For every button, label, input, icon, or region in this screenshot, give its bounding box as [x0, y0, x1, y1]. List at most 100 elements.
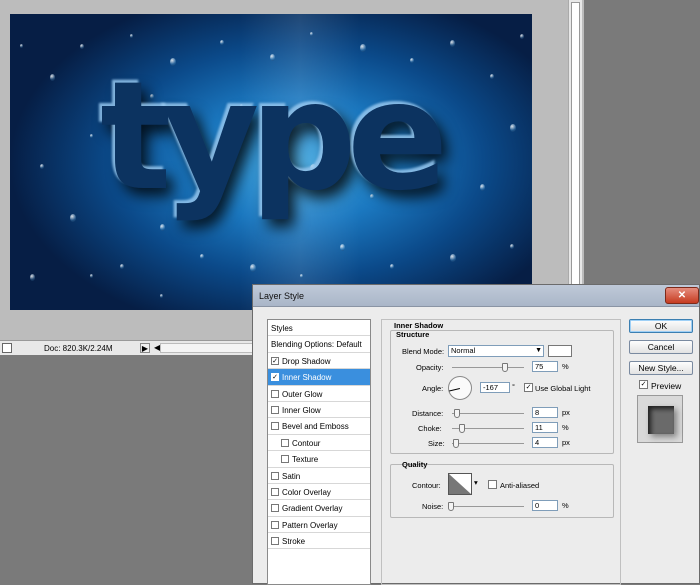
style-item-contour[interactable]: Contour [268, 435, 370, 452]
noise-field[interactable]: 0 [532, 500, 558, 511]
choke-field[interactable]: 11 [532, 422, 558, 433]
size-slider[interactable] [452, 439, 524, 448]
water-drop [90, 134, 93, 138]
size-unit: px [562, 438, 570, 447]
inner-glow-checkbox[interactable] [271, 405, 279, 414]
distance-label: Distance: [412, 409, 444, 418]
blend-mode-select[interactable]: Normal ▼ [448, 345, 544, 357]
gradient-overlay-checkbox[interactable] [271, 504, 279, 513]
image-canvas[interactable]: type [10, 14, 532, 310]
chevron-down-icon: ▼ [535, 347, 542, 354]
water-drop [40, 164, 44, 170]
contour-picker[interactable] [448, 473, 472, 495]
opacity-label: Opacity: [416, 363, 444, 372]
angle-label: Angle: [422, 384, 444, 393]
style-item-inner-glow[interactable]: Inner Glow [268, 402, 370, 419]
styles-header[interactable]: Styles [268, 320, 370, 337]
opacity-field[interactable]: 75 [532, 361, 558, 372]
choke-unit: % [562, 423, 569, 432]
vertical-scrollbar[interactable] [568, 0, 582, 300]
status-menu-arrow-icon[interactable]: ▶ [140, 343, 150, 353]
style-item-bevel-and-emboss[interactable]: Bevel and Emboss [268, 418, 370, 435]
water-drop [30, 274, 35, 281]
style-item-inner-shadow[interactable]: ✓ Inner Shadow [268, 369, 370, 386]
choke-slider[interactable] [452, 424, 524, 433]
water-drop [490, 74, 494, 80]
water-drop [310, 32, 313, 36]
style-item-outer-glow[interactable]: Outer Glow [268, 386, 370, 402]
contour-label: Contour [292, 438, 321, 448]
angle-dial[interactable] [448, 376, 472, 400]
satin-checkbox[interactable] [271, 471, 279, 480]
style-item-drop-shadow[interactable]: ✓ Drop Shadow [268, 353, 370, 370]
shadow-color-swatch[interactable] [548, 345, 572, 357]
water-drop [480, 184, 485, 191]
inner-shadow-panel: Inner Shadow Structure Blend Mode: Norma… [381, 319, 621, 585]
inner-shadow-label: Inner Shadow [282, 373, 332, 383]
satin-label: Satin [282, 471, 301, 481]
opacity-unit: % [562, 362, 569, 371]
use-global-light-checkbox[interactable]: ✓ [524, 383, 533, 392]
blending-options[interactable]: Blending Options: Default [268, 336, 370, 353]
noise-unit: % [562, 501, 569, 510]
close-button[interactable]: ✕ [665, 287, 699, 304]
size-field[interactable]: 4 [532, 437, 558, 448]
color-overlay-checkbox[interactable] [271, 487, 279, 496]
water-drop [520, 34, 524, 40]
noise-slider[interactable] [448, 502, 524, 511]
noise-slider-knob[interactable] [448, 502, 454, 511]
opacity-slider-knob[interactable] [501, 363, 508, 372]
texture-label: Texture [292, 455, 319, 465]
distance-slider-knob[interactable] [453, 409, 460, 418]
water-drop [20, 44, 23, 48]
drop-shadow-checkbox[interactable]: ✓ [271, 356, 279, 365]
water-drop [450, 254, 456, 262]
angle-unit: ° [512, 382, 515, 391]
preview-checkbox[interactable]: ✓ [639, 380, 648, 389]
new-style-button[interactable]: New Style... [629, 361, 693, 375]
angle-hand [449, 388, 460, 392]
outer-glow-checkbox[interactable] [271, 389, 279, 398]
distance-slider[interactable] [452, 409, 524, 418]
stroke-checkbox[interactable] [271, 537, 279, 546]
anti-aliased-label: Anti-aliased [500, 481, 540, 490]
distance-field[interactable]: 8 [532, 407, 558, 418]
anti-aliased-checkbox[interactable] [488, 480, 497, 489]
choke-label: Choke: [418, 424, 442, 433]
inner-glow-label: Inner Glow [282, 405, 321, 415]
ok-button[interactable]: OK [629, 319, 693, 333]
opacity-slider[interactable] [452, 363, 524, 372]
style-item-texture[interactable]: Texture [268, 451, 370, 468]
style-item-pattern-overlay[interactable]: Pattern Overlay [268, 517, 370, 534]
size-slider-knob[interactable] [453, 439, 460, 448]
contour-curve-icon [449, 474, 471, 494]
water-drop [300, 274, 303, 278]
scroll-thumb[interactable] [571, 2, 580, 292]
contour-checkbox[interactable] [281, 438, 289, 447]
style-item-stroke[interactable]: Stroke [268, 533, 370, 550]
style-item-gradient-overlay[interactable]: Gradient Overlay [268, 500, 370, 517]
style-item-satin[interactable]: Satin [268, 468, 370, 484]
gradient-overlay-label: Gradient Overlay [282, 504, 343, 514]
noise-label: Noise: [422, 502, 444, 511]
water-drop [250, 264, 256, 272]
contour-dropdown-icon[interactable]: ▾ [474, 478, 478, 487]
water-drop [160, 224, 165, 231]
water-drop [220, 40, 224, 46]
texture-checkbox[interactable] [281, 455, 289, 464]
angle-field[interactable]: -167 [480, 382, 510, 393]
pattern-overlay-checkbox[interactable] [271, 520, 279, 529]
water-drop [160, 294, 163, 298]
preview-square [648, 406, 674, 434]
bevel-and-emboss-checkbox[interactable] [271, 422, 279, 431]
style-item-color-overlay[interactable]: Color Overlay [268, 484, 370, 501]
style-preview-thumbnail [637, 395, 683, 443]
zoom-icon[interactable] [2, 343, 12, 353]
canvas-type-text: type [100, 50, 449, 224]
dialog-titlebar[interactable]: Layer Style ✕ [253, 285, 699, 307]
use-global-light-label: Use Global Light [535, 384, 591, 393]
water-drop [80, 44, 84, 50]
choke-slider-knob[interactable] [459, 424, 466, 433]
cancel-button[interactable]: Cancel [629, 340, 693, 354]
inner-shadow-checkbox[interactable]: ✓ [271, 373, 279, 382]
